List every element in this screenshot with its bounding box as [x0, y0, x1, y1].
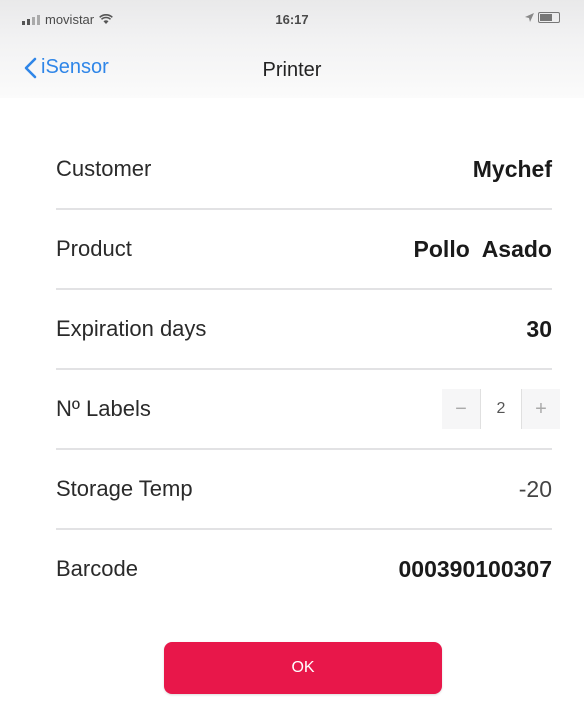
labels-stepper: − 2 + [442, 389, 560, 429]
status-bar: movistar 16:17 [0, 0, 584, 40]
status-time: 16:17 [275, 12, 309, 27]
barcode-value: 000390100307 [398, 555, 553, 582]
decrement-button[interactable]: − [442, 389, 480, 429]
expiration-label: Expiration days [56, 316, 207, 341]
navigation-bar: iSensor Printer [0, 40, 584, 98]
barcode-row: Barcode 000390100307 [56, 530, 552, 608]
storage-temp-row: Storage Temp -20 [56, 450, 552, 530]
battery-icon [538, 12, 560, 23]
labels-row: Nº Labels − 2 + [56, 370, 560, 450]
storage-temp-label: Storage Temp [56, 476, 193, 501]
labels-count[interactable]: 2 [480, 389, 522, 429]
printer-form: Customer Mychef Product Pollo Asado Expi… [56, 130, 560, 608]
product-label: Product [56, 236, 132, 261]
status-right [525, 12, 560, 23]
customer-row: Customer Mychef [56, 130, 552, 210]
page-title: Printer [262, 59, 322, 81]
location-icon [525, 13, 534, 22]
expiration-row: Expiration days 30 [56, 290, 552, 370]
increment-button[interactable]: + [522, 389, 560, 429]
labels-label: Nº Labels [56, 396, 151, 421]
product-row: Product Pollo Asado [56, 210, 552, 290]
expiration-value: 30 [526, 315, 552, 342]
barcode-label: Barcode [56, 556, 138, 581]
product-value: Pollo Asado [413, 235, 552, 262]
customer-value: Mychef [472, 155, 552, 182]
storage-temp-value: -20 [518, 475, 552, 502]
ok-button[interactable]: OK [164, 642, 442, 694]
customer-label: Customer [56, 156, 152, 181]
